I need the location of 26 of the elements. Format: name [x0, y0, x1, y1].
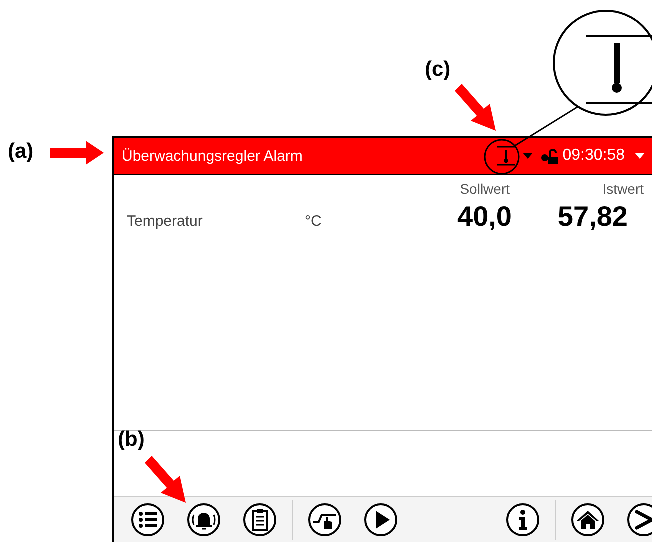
bell-icon[interactable] — [186, 502, 222, 538]
chevron-right-icon[interactable] — [626, 502, 652, 538]
setpoint-value: 40,0 — [456, 201, 512, 233]
column-header: Istwert — [602, 181, 644, 197]
callout-label: (b) — [118, 428, 145, 452]
list-icon[interactable] — [130, 502, 166, 538]
info-icon[interactable] — [505, 502, 541, 538]
unit-label: °C — [305, 213, 323, 230]
caret-icon[interactable] — [635, 152, 645, 160]
alarm-title: Überwachungsregler Alarm — [122, 148, 303, 164]
column-header: Sollwert — [459, 181, 511, 197]
play-icon[interactable] — [363, 502, 399, 538]
pointer-arrow — [50, 141, 104, 165]
parameter-name: Temperatur — [127, 213, 204, 230]
pointer-arrow — [145, 456, 186, 503]
callout-label: (c) — [425, 58, 451, 82]
clipboard-icon[interactable] — [242, 502, 278, 538]
clock-time: 09:30:58 — [562, 147, 625, 165]
lock-icon[interactable] — [540, 148, 559, 164]
home-icon[interactable] — [570, 502, 606, 538]
callout-label: (a) — [8, 140, 34, 164]
caret-icon[interactable] — [522, 152, 533, 160]
hand-pointer-icon[interactable] — [307, 502, 343, 538]
pointer-arrow — [455, 84, 496, 131]
thermometer-icon — [494, 144, 517, 168]
actual-value: 57,82 — [556, 201, 629, 233]
